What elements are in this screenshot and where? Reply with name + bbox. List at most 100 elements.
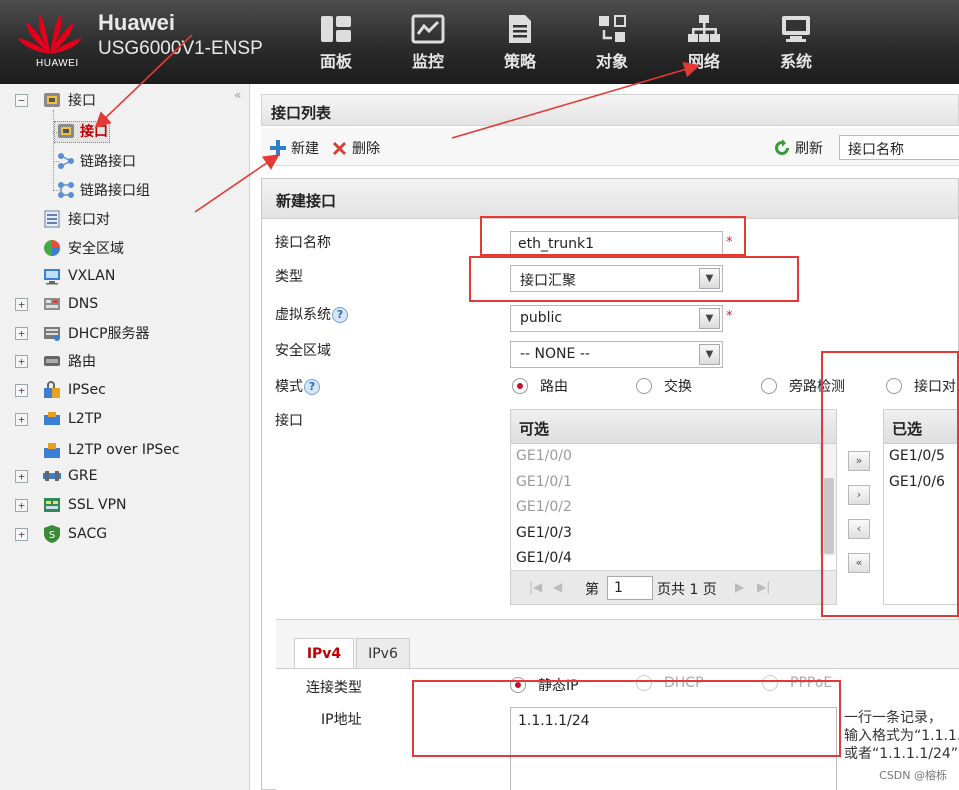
first-page-icon[interactable]: |◀ (529, 580, 542, 594)
radio-dot (761, 378, 777, 394)
interface-pair-icon (44, 210, 60, 228)
l2tp-ipsec-icon (44, 443, 60, 458)
nav-system[interactable]: 系统 (750, 14, 842, 76)
last-page-icon[interactable]: ▶| (757, 580, 770, 594)
expand-gre-toggle[interactable]: + (15, 470, 28, 483)
logo-text: HUAWEI (36, 58, 79, 69)
expand-route-toggle[interactable]: + (15, 355, 28, 368)
expand-sacg-toggle[interactable]: + (15, 528, 28, 541)
sidebar-item-gre[interactable]: GRE (42, 464, 97, 488)
expand-dhcp-toggle[interactable]: + (15, 327, 28, 340)
network-icon (688, 15, 720, 42)
sidebar-item-link-interface-group[interactable]: 链路接口组 (56, 178, 150, 202)
sidebar-item-ipsec[interactable]: IPSec (42, 378, 106, 402)
sidebar-item-dns[interactable]: DNS (42, 292, 98, 316)
tab-ipv6[interactable]: IPv6 (356, 638, 410, 668)
sidebar-item-vxlan[interactable]: VXLAN (42, 264, 115, 288)
sidebar-item-ssl-vpn[interactable]: SSL VPN (42, 493, 127, 517)
collapse-sidebar-button[interactable]: « (234, 88, 241, 102)
sidebar-item-interface-pair[interactable]: 接口对 (42, 207, 110, 231)
list-item[interactable]: GE1/0/0 (511, 444, 836, 470)
new-button-label: 新建 (291, 141, 319, 157)
ip-format-note: 一行一条记录， (844, 710, 942, 726)
dashboard-icon (321, 16, 351, 42)
chevron-down-icon: ▼ (699, 308, 720, 329)
next-page-icon[interactable]: ▶ (735, 580, 744, 594)
sidebar-item-sacg[interactable]: S SACG (42, 522, 107, 546)
tab-ipv4[interactable]: IPv4 (294, 638, 354, 668)
nav-monitor[interactable]: 监控 (382, 14, 474, 76)
expand-l2tp-toggle[interactable]: + (15, 413, 28, 426)
nav-policy[interactable]: 策略 (474, 14, 566, 76)
nav-dashboard[interactable]: 面板 (290, 14, 382, 76)
mode-radio-switch[interactable]: 交换 (636, 376, 692, 396)
page-number-input[interactable]: 1 (607, 576, 653, 600)
nav-system-label: 系统 (779, 52, 812, 71)
list-item[interactable]: GE1/0/3 (511, 521, 836, 547)
top-nav: 面板 监控 策略 对象 网络 系统 (290, 14, 842, 76)
expand-sslvpn-toggle[interactable]: + (15, 499, 28, 512)
sidebar-item-label: 接口对 (68, 212, 110, 228)
radio-label: 交换 (664, 379, 692, 395)
sidebar-item-interface-group[interactable]: 接口 (42, 88, 96, 112)
page-prefix: 第 (585, 582, 599, 598)
plus-icon (270, 140, 286, 156)
mode-label: 模式? (275, 376, 320, 396)
prev-page-icon[interactable]: ◀ (553, 580, 562, 594)
delete-button-label: 删除 (352, 141, 380, 157)
sidebar-item-dhcp-server[interactable]: DHCP服务器 (42, 321, 150, 345)
ip-address-label: IP地址 (321, 712, 362, 728)
help-icon[interactable]: ? (332, 307, 348, 323)
ipsec-icon (44, 381, 60, 398)
system-icon (782, 16, 810, 42)
sidebar-item-route[interactable]: 路由 (42, 349, 96, 373)
dhcp-icon (44, 327, 60, 341)
sidebar-item-security-zone[interactable]: 安全区域 (42, 236, 124, 260)
list-item[interactable]: GE1/0/4 (511, 546, 836, 572)
required-mark: * (726, 309, 733, 324)
route-icon (44, 356, 60, 366)
expand-ipsec-toggle[interactable]: + (15, 384, 28, 397)
list-item[interactable]: GE1/0/1 (511, 470, 836, 496)
sidebar-item-label: 路由 (68, 354, 96, 370)
huawei-logo: HUAWEI (14, 8, 86, 74)
dialog-title: 新建接口 (262, 179, 958, 219)
delete-x-icon (333, 141, 346, 155)
sidebar-item-interface[interactable]: 接口 (56, 119, 108, 143)
filter-field-select[interactable]: 接口名称 (839, 135, 959, 160)
policy-icon (509, 15, 531, 43)
virtual-system-select[interactable]: public ▼ (510, 305, 723, 332)
sidebar-item-label: 接口 (80, 124, 108, 140)
mode-radio-route[interactable]: 路由 (512, 376, 568, 396)
nav-object[interactable]: 对象 (566, 14, 658, 76)
refresh-button-label: 刷新 (795, 141, 823, 157)
mode-label-text: 模式 (275, 379, 303, 395)
ip-format-note: 输入格式为“1.1.1. (844, 728, 959, 744)
collapse-interface-toggle[interactable]: − (15, 94, 28, 107)
brand-name: Huawei (98, 10, 176, 35)
sidebar-item-link-interface[interactable]: 链路接口 (56, 149, 136, 173)
link-group-icon (58, 182, 74, 198)
nav-network[interactable]: 网络 (658, 14, 750, 76)
interface-icon (44, 93, 60, 107)
refresh-button[interactable]: 刷新 (773, 138, 823, 158)
new-button[interactable]: 新建 (269, 138, 319, 158)
sidebar-item-l2tp-over-ipsec[interactable]: L2TP over IPSec (42, 438, 180, 462)
delete-button[interactable]: 删除 (331, 138, 380, 158)
interface-label: 接口 (275, 413, 303, 429)
help-icon[interactable]: ? (304, 379, 320, 395)
list-item[interactable]: GE1/0/2 (511, 495, 836, 521)
sidebar-item-label: SSL VPN (68, 497, 127, 513)
sidebar-item-label: GRE (68, 468, 98, 484)
expand-dns-toggle[interactable]: + (15, 298, 28, 311)
virtual-system-label: 虚拟系统? (275, 304, 348, 324)
device-model: USG6000V1-ENSP (98, 38, 263, 59)
vxlan-icon (44, 269, 60, 285)
chevron-down-icon: ▼ (699, 344, 720, 365)
nav-network-label: 网络 (687, 52, 720, 71)
nav-monitor-label: 监控 (411, 52, 444, 71)
virtual-system-value: public (520, 310, 563, 326)
security-zone-select[interactable]: -- NONE -- ▼ (510, 341, 723, 368)
sidebar-item-l2tp[interactable]: L2TP (42, 407, 102, 431)
security-zone-icon (44, 240, 60, 256)
